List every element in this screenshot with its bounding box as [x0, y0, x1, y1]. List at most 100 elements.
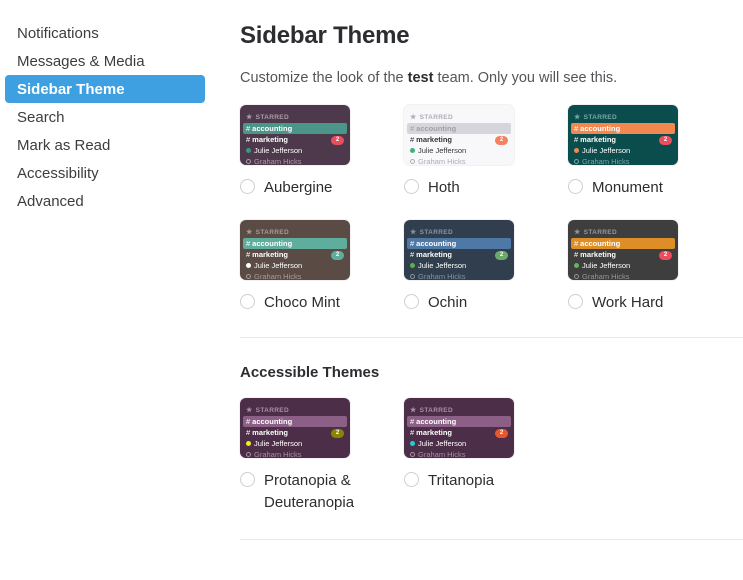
preview-dm-offline-label: Graham Hicks: [254, 157, 302, 165]
theme-name-label[interactable]: Protanopia & Deuteranopia: [264, 470, 374, 514]
preview-dm-offline-label: Graham Hicks: [254, 450, 302, 458]
preview-unread-badge: 2: [331, 135, 344, 145]
preview-dm-online: Julie Jefferson: [240, 260, 350, 271]
theme-preview-card[interactable]: ★ STARRED # accounting # marketing 2 Julie Jeff…: [240, 105, 350, 165]
theme-radio-button[interactable]: [240, 472, 255, 487]
preview-channel-active: # accounting: [571, 238, 675, 249]
preview-channel-active: # accounting: [407, 238, 511, 249]
preview-channel-unread-label: marketing: [416, 428, 453, 437]
presence-offline-icon: [410, 159, 415, 164]
sidebar-item-label: Sidebar Theme: [17, 80, 125, 98]
page-description-team-name: test: [407, 70, 434, 86]
theme-radio-row[interactable]: Protanopia & Deuteranopia: [240, 470, 404, 514]
theme-preview-card[interactable]: ★ STARRED # accounting # marketing 2 Julie Jeff…: [404, 398, 514, 458]
star-icon: ★: [574, 228, 581, 236]
preview-starred-label: STARRED: [255, 228, 290, 236]
preview-channel-unread-label: marketing: [252, 250, 289, 259]
sidebar-item-search[interactable]: Search: [5, 103, 205, 131]
preview-channel-unread: # marketing 2: [240, 249, 350, 260]
theme-option[interactable]: ★ STARRED # accounting # marketing 2 Julie Jeff…: [240, 105, 404, 199]
star-icon: ★: [410, 113, 417, 121]
preview-dm-offline-label: Graham Hicks: [418, 272, 466, 280]
preview-starred-header: ★ STARRED: [240, 404, 350, 416]
theme-radio-button[interactable]: [568, 294, 583, 309]
preview-dm-online-label: Julie Jefferson: [418, 261, 467, 270]
theme-name-label[interactable]: Hoth: [428, 177, 460, 199]
preview-unread-badge: 2: [495, 250, 508, 260]
theme-option[interactable]: ★ STARRED # accounting # marketing 2 Julie Jeff…: [240, 220, 404, 314]
preview-dm-online: Julie Jefferson: [568, 145, 678, 156]
hash-icon: #: [410, 124, 415, 133]
theme-name-label[interactable]: Monument: [592, 177, 663, 199]
theme-preview-card[interactable]: ★ STARRED # accounting # marketing 2 Julie Jeff…: [568, 220, 678, 280]
theme-radio-row[interactable]: Aubergine: [240, 177, 404, 199]
hash-icon: #: [410, 135, 415, 144]
preview-dm-offline: Graham Hicks: [404, 449, 514, 458]
preview-starred-header: ★ STARRED: [568, 226, 678, 238]
preview-dm-online: Julie Jefferson: [568, 260, 678, 271]
preview-channel-active: # accounting: [571, 123, 675, 134]
preview-dm-online-label: Julie Jefferson: [254, 439, 303, 448]
preview-unread-badge: 2: [495, 135, 508, 145]
preview-starred-label: STARRED: [419, 113, 454, 121]
theme-radio-button[interactable]: [240, 294, 255, 309]
preview-dm-offline-label: Graham Hicks: [418, 450, 466, 458]
hash-icon: #: [410, 417, 415, 426]
sidebar-item-advanced[interactable]: Advanced: [5, 187, 205, 215]
theme-radio-button[interactable]: [404, 472, 419, 487]
theme-name-label[interactable]: Aubergine: [264, 177, 332, 199]
theme-radio-button[interactable]: [404, 294, 419, 309]
section-divider-accessible: [240, 539, 743, 540]
preview-channel-active-label: accounting: [416, 417, 457, 426]
star-icon: ★: [574, 113, 581, 121]
hash-icon: #: [574, 135, 579, 144]
hash-icon: #: [246, 124, 251, 133]
theme-radio-button[interactable]: [240, 179, 255, 194]
preview-dm-online-label: Julie Jefferson: [254, 261, 303, 270]
hash-icon: #: [410, 428, 415, 437]
preview-channel-unread-label: marketing: [416, 250, 453, 259]
theme-radio-row[interactable]: Ochin: [404, 292, 568, 314]
page-description-suffix: team. Only you will see this.: [433, 70, 618, 86]
presence-online-icon: [246, 441, 251, 446]
theme-radio-row[interactable]: Hoth: [404, 177, 568, 199]
theme-radio-row[interactable]: Tritanopia: [404, 470, 568, 492]
theme-option[interactable]: ★ STARRED # accounting # marketing 2 Julie Jeff…: [404, 105, 568, 199]
theme-preview-card[interactable]: ★ STARRED # accounting # marketing 2 Julie Jeff…: [404, 105, 514, 165]
presence-offline-icon: [410, 452, 415, 457]
theme-name-label[interactable]: Ochin: [428, 292, 467, 314]
theme-preview-card[interactable]: ★ STARRED # accounting # marketing 2 Julie Jeff…: [404, 220, 514, 280]
theme-name-label[interactable]: Choco Mint: [264, 292, 340, 314]
theme-option[interactable]: ★ STARRED # accounting # marketing 2 Julie Jeff…: [568, 220, 732, 314]
sidebar-item-sidebar-theme[interactable]: Sidebar Theme: [5, 75, 205, 103]
preview-dm-offline-label: Graham Hicks: [582, 272, 630, 280]
theme-preview-card[interactable]: ★ STARRED # accounting # marketing 2 Julie Jeff…: [240, 398, 350, 458]
theme-radio-row[interactable]: Monument: [568, 177, 732, 199]
star-icon: ★: [246, 228, 253, 236]
theme-radio-button[interactable]: [404, 179, 419, 194]
theme-preview-card[interactable]: ★ STARRED # accounting # marketing 2 Julie Jeff…: [568, 105, 678, 165]
theme-name-label[interactable]: Tritanopia: [428, 470, 494, 492]
sidebar-item-accessibility[interactable]: Accessibility: [5, 159, 205, 187]
theme-radio-row[interactable]: Work Hard: [568, 292, 732, 314]
theme-radio-row[interactable]: Choco Mint: [240, 292, 404, 314]
hash-icon: #: [246, 135, 251, 144]
page-description-prefix: Customize the look of the: [240, 70, 408, 86]
hash-icon: #: [574, 124, 579, 133]
theme-radio-button[interactable]: [568, 179, 583, 194]
sidebar-item-notifications[interactable]: Notifications: [5, 19, 205, 47]
theme-option[interactable]: ★ STARRED # accounting # marketing 2 Julie Jeff…: [568, 105, 732, 199]
theme-option[interactable]: ★ STARRED # accounting # marketing 2 Julie Jeff…: [404, 220, 568, 314]
preview-channel-active: # accounting: [407, 123, 511, 134]
theme-option[interactable]: ★ STARRED # accounting # marketing 2 Julie Jeff…: [404, 398, 568, 514]
presence-offline-icon: [246, 274, 251, 279]
sidebar-item-mark-as-read[interactable]: Mark as Read: [5, 131, 205, 159]
preview-channel-unread: # marketing 2: [568, 134, 678, 145]
sidebar-item-messages-media[interactable]: Messages & Media: [5, 47, 205, 75]
preview-channel-active-label: accounting: [580, 124, 621, 133]
preview-dm-online-label: Julie Jefferson: [582, 261, 631, 270]
theme-name-label[interactable]: Work Hard: [592, 292, 663, 314]
theme-option[interactable]: ★ STARRED # accounting # marketing 2 Julie Jeff…: [240, 398, 404, 514]
theme-preview-card[interactable]: ★ STARRED # accounting # marketing 2 Julie Jeff…: [240, 220, 350, 280]
preview-dm-offline: Graham Hicks: [568, 156, 678, 165]
